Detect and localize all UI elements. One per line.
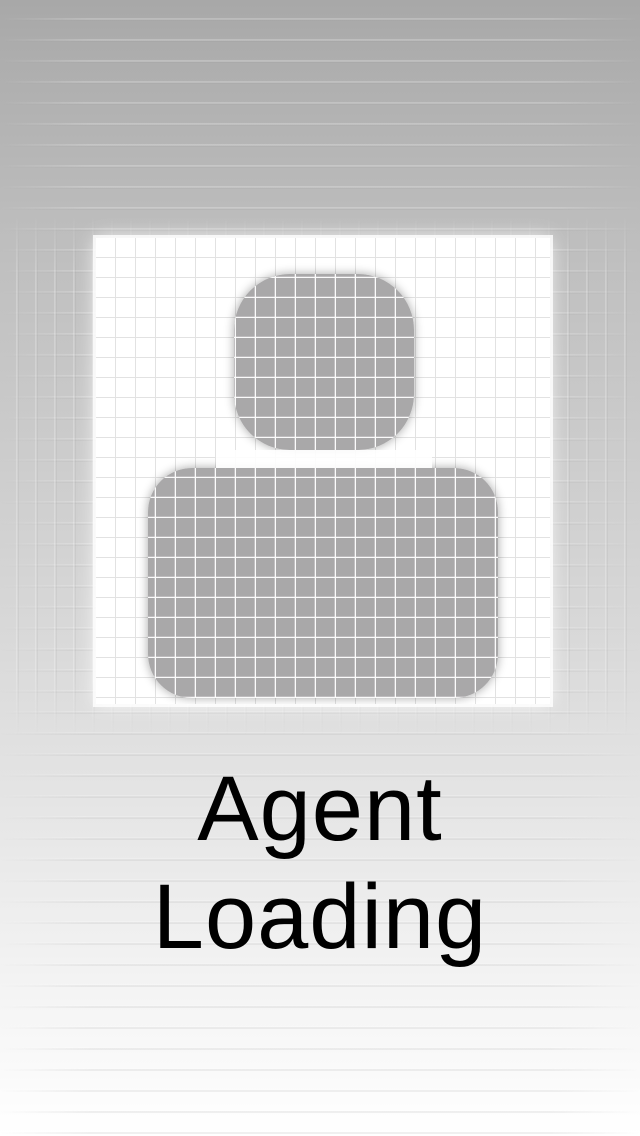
title-line-agent: Agent <box>197 758 443 860</box>
loading-title: Agent Loading <box>0 755 640 971</box>
title-line-loading: Loading <box>152 866 488 968</box>
person-silhouette-icon <box>96 238 550 704</box>
agent-loading-screen: Agent Loading <box>0 0 640 1136</box>
